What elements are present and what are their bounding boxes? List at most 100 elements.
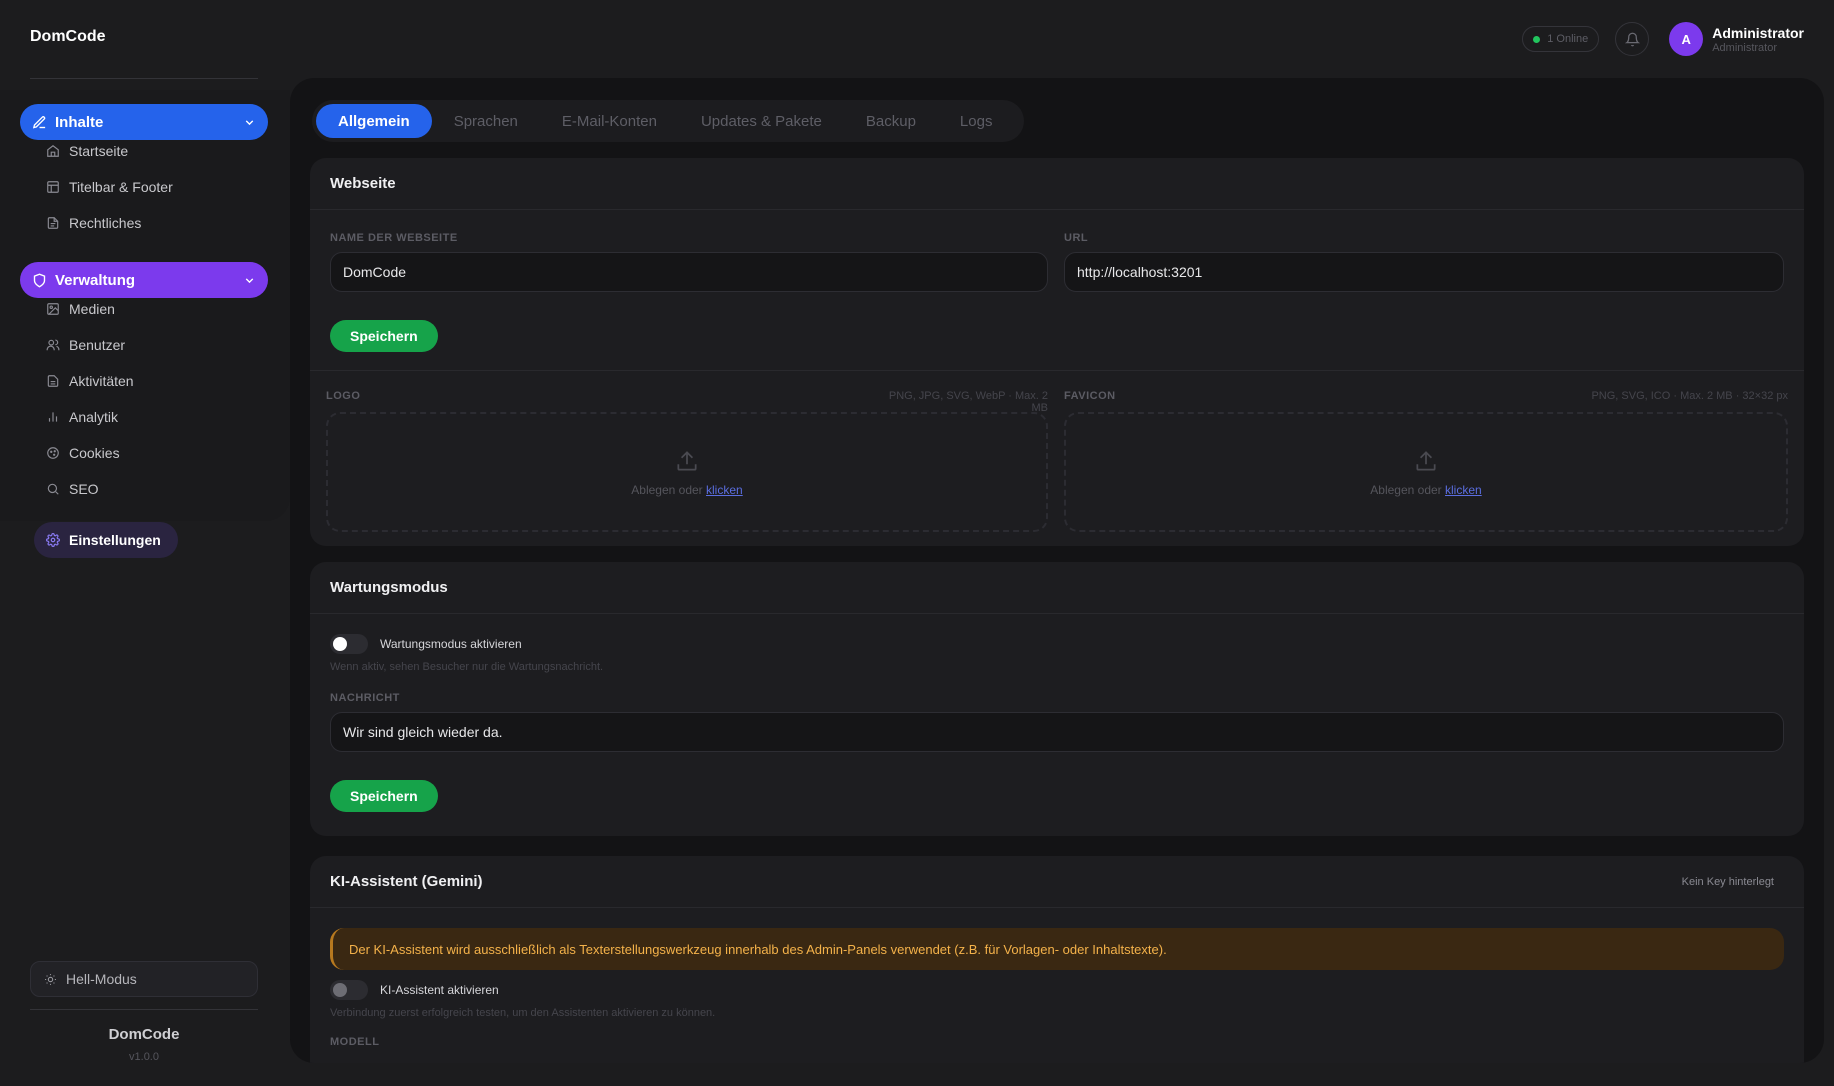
sidebar-item-cookies[interactable]: Cookies (46, 443, 120, 463)
logo-dropzone[interactable]: Ablegen oder klicken (326, 412, 1048, 532)
url-label: URL (1064, 232, 1089, 244)
online-status-dot (1533, 35, 1541, 43)
sidebar-group-label: Inhalte (55, 113, 104, 131)
dropzone-text: Ablegen oder klicken (1370, 483, 1481, 497)
tab-allgemein[interactable]: Allgemein (316, 104, 432, 138)
online-badge: 1 Online (1522, 26, 1600, 52)
logo-label: LOGO (326, 390, 361, 402)
tab-backup[interactable]: Backup (844, 104, 938, 138)
tab-sprachen[interactable]: Sprachen (432, 104, 540, 138)
sidebar-item-label: Analytik (69, 409, 119, 425)
settings-tabs: Allgemein Sprachen E-Mail-Konten Updates… (312, 100, 1024, 142)
online-count: 1 Online (1547, 33, 1589, 45)
tab-email-konten[interactable]: E-Mail-Konten (540, 104, 679, 138)
logo-hint: PNG, JPG, SVG, WebP · Max. 2 MB (888, 390, 1048, 414)
version-label: v1.0.0 (129, 1051, 159, 1063)
main-content: Allgemein Sprachen E-Mail-Konten Updates… (290, 78, 1824, 1063)
light-mode-button[interactable]: Hell-Modus (30, 961, 258, 997)
footer-brand: DomCode (108, 1026, 180, 1043)
toggle-knob (333, 637, 347, 651)
sun-icon (45, 973, 56, 985)
tab-logs[interactable]: Logs (938, 104, 1015, 138)
ki-toggle[interactable] (330, 980, 368, 1000)
ki-assistent-card: KI-Assistent (Gemini) Kein Key hinterleg… (310, 856, 1804, 1063)
card-title: Wartungsmodus (330, 579, 448, 596)
maintenance-toggle-label: Wartungsmodus aktivieren (380, 637, 522, 651)
tab-updates-pakete[interactable]: Updates & Pakete (679, 104, 844, 138)
sidebar-group-verwaltung[interactable]: Verwaltung (20, 262, 268, 298)
dropzone-click-link[interactable]: klicken (706, 483, 743, 497)
webseite-card: Webseite NAME DER WEBSEITE DomCode URL h… (310, 158, 1804, 546)
sidebar-item-label: Medien (69, 301, 115, 317)
message-label: NACHRICHT (330, 692, 400, 704)
avatar[interactable]: A (1669, 22, 1704, 56)
card-header: Webseite (310, 158, 1804, 210)
upload-icon (1416, 450, 1436, 471)
brand-title: DomCode (30, 28, 106, 45)
card-title: Webseite (330, 175, 396, 192)
sidebar-item-label: Rechtliches (69, 215, 142, 231)
chevron-down-icon (243, 274, 256, 287)
gear-icon (46, 533, 60, 547)
document-icon (47, 217, 59, 229)
light-mode-label: Hell-Modus (66, 971, 137, 987)
card-header: KI-Assistent (Gemini) Kein Key hinterleg… (310, 856, 1804, 908)
sidebar-item-analytik[interactable]: Analytik (46, 407, 118, 427)
sidebar-item-label: Titelbar & Footer (69, 179, 173, 195)
status-badge: Kein Key hinterlegt (1681, 875, 1774, 888)
favicon-dropzone[interactable]: Ablegen oder klicken (1064, 412, 1788, 532)
sidebar-item-medien[interactable]: Medien (46, 299, 115, 319)
save-button[interactable]: Speichern (330, 780, 438, 812)
user-role: Administrator (1712, 41, 1777, 54)
model-label: MODELL (330, 1036, 380, 1048)
maintenance-message-input[interactable]: Wir sind gleich wieder da. (330, 712, 1784, 752)
bell-icon (1624, 32, 1640, 46)
ki-toggle-hint: Verbindung zuerst erfolgreich testen, um… (330, 1007, 716, 1019)
home-icon (47, 145, 59, 157)
shield-icon (32, 273, 47, 288)
activity-log-icon (47, 375, 59, 387)
site-name-input[interactable]: DomCode (330, 252, 1048, 292)
sidebar-group-inhalte[interactable]: Inhalte (20, 104, 268, 140)
maintenance-hint: Wenn aktiv, sehen Besucher nur die Wartu… (330, 661, 604, 673)
dropzone-label: Ablegen oder (631, 482, 703, 497)
user-name: Administrator (1712, 24, 1804, 41)
ki-toggle-label: KI-Assistent aktivieren (380, 983, 499, 997)
sidebar-item-label: Aktivitäten (69, 373, 134, 389)
dropzone-label: Ablegen oder (1370, 482, 1442, 497)
save-button[interactable]: Speichern (330, 320, 438, 352)
sidebar-item-benutzer[interactable]: Benutzer (46, 335, 125, 355)
sidebar-item-label: Cookies (69, 445, 120, 461)
card-title: KI-Assistent (Gemini) (330, 873, 483, 890)
upload-icon (677, 450, 697, 471)
bar-chart-icon (48, 412, 58, 422)
sidebar-item-label: Startseite (69, 143, 129, 159)
users-icon (46, 339, 60, 351)
wartungsmodus-card: Wartungsmodus Wartungsmodus aktivieren W… (310, 562, 1804, 836)
favicon-label: FAVICON (1064, 390, 1116, 402)
sidebar-item-rechtliches[interactable]: Rechtliches (46, 213, 141, 233)
sidebar-item-aktivitaeten[interactable]: Aktivitäten (46, 371, 134, 391)
search-icon (47, 483, 59, 495)
section-divider (310, 370, 1804, 371)
sidebar-item-seo[interactable]: SEO (46, 479, 99, 499)
sidebar-group-label: Verwaltung (55, 271, 136, 289)
dropzone-click-link[interactable]: klicken (1445, 483, 1482, 497)
brand-divider (30, 78, 258, 79)
sidebar-item-startseite[interactable]: Startseite (46, 141, 128, 161)
sidebar: Inhalte Startseite Titelbar & Footer Rec… (0, 90, 290, 1086)
dropzone-text: Ablegen oder klicken (631, 483, 742, 497)
image-icon (47, 303, 59, 315)
topbar-right: 1 Online A Administrator Administrator (1522, 20, 1804, 58)
sidebar-footer-divider (30, 1009, 258, 1010)
sidebar-item-titelbar-footer[interactable]: Titelbar & Footer (46, 177, 173, 197)
chevron-down-icon (243, 116, 256, 129)
notifications-button[interactable] (1615, 22, 1650, 56)
site-name-label: NAME DER WEBSEITE (330, 232, 458, 244)
url-input[interactable]: http://localhost:3201 (1064, 252, 1784, 292)
maintenance-toggle[interactable] (330, 634, 368, 654)
user-menu[interactable]: Administrator Administrator (1712, 25, 1804, 54)
ki-warning-banner: Der KI-Assistent wird ausschließlich als… (330, 928, 1784, 970)
sidebar-item-einstellungen[interactable]: Einstellungen (34, 522, 178, 558)
sidebar-panel (0, 90, 290, 521)
